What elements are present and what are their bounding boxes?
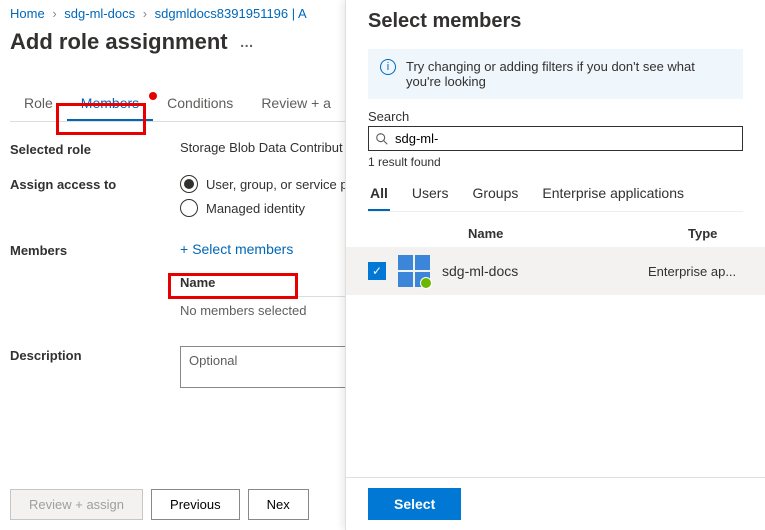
previous-button[interactable]: Previous xyxy=(151,489,240,520)
chevron-right-icon: › xyxy=(52,6,56,21)
checkbox-checked-icon[interactable]: ✓ xyxy=(368,262,386,280)
radio-user-group-label: User, group, or service p xyxy=(206,177,348,192)
selected-role-label: Selected role xyxy=(10,140,180,157)
panel-tabs: All Users Groups Enterprise applications xyxy=(368,177,743,212)
enterprise-app-icon xyxy=(398,255,430,287)
radio-managed-identity[interactable] xyxy=(180,199,198,217)
breadcrumb-item-1[interactable]: sdg-ml-docs xyxy=(64,6,135,21)
select-button[interactable]: Select xyxy=(368,488,461,520)
search-label: Search xyxy=(368,109,743,124)
radio-user-group[interactable] xyxy=(180,175,198,193)
chevron-right-icon: › xyxy=(143,6,147,21)
tab-conditions[interactable]: Conditions xyxy=(153,87,247,121)
result-row[interactable]: ✓ sdg-ml-docs Enterprise ap... xyxy=(346,247,765,295)
select-members-panel: Select members i Try changing or adding … xyxy=(345,0,765,530)
col-name: Name xyxy=(368,226,688,241)
info-icon: i xyxy=(380,59,396,75)
breadcrumb-item-2[interactable]: sdgmldocs8391951196 | A xyxy=(155,6,307,21)
search-icon xyxy=(375,132,389,146)
tab-role[interactable]: Role xyxy=(10,87,67,121)
radio-managed-identity-label: Managed identity xyxy=(206,201,305,216)
panel-tab-groups[interactable]: Groups xyxy=(470,177,520,211)
result-name: sdg-ml-docs xyxy=(442,263,636,279)
more-icon[interactable]: … xyxy=(240,34,254,50)
select-members-link[interactable]: +Select members xyxy=(180,241,293,257)
search-input[interactable] xyxy=(395,131,736,146)
info-text: Try changing or adding filters if you do… xyxy=(406,59,731,89)
panel-title: Select members xyxy=(346,0,765,43)
col-type: Type xyxy=(688,226,717,241)
result-header: Name Type xyxy=(346,212,765,247)
description-label: Description xyxy=(10,346,180,388)
page-title-text: Add role assignment xyxy=(10,29,228,55)
panel-tab-enterprise[interactable]: Enterprise applications xyxy=(540,177,686,211)
breadcrumb-home[interactable]: Home xyxy=(10,6,45,21)
tab-review[interactable]: Review + a xyxy=(247,87,345,121)
plus-icon: + xyxy=(180,241,188,257)
panel-tab-all[interactable]: All xyxy=(368,177,390,211)
panel-footer: Select xyxy=(346,477,765,530)
next-button[interactable]: Nex xyxy=(248,489,309,520)
panel-tab-users[interactable]: Users xyxy=(410,177,451,211)
select-members-link-text: Select members xyxy=(192,241,293,257)
members-label: Members xyxy=(10,241,180,318)
review-assign-button[interactable]: Review + assign xyxy=(10,489,143,520)
result-type: Enterprise ap... xyxy=(648,264,743,279)
search-box[interactable] xyxy=(368,126,743,151)
footer-buttons: Review + assign Previous Nex xyxy=(10,489,309,520)
info-banner: i Try changing or adding filters if you … xyxy=(368,49,743,99)
result-count: 1 result found xyxy=(368,155,743,169)
tab-members[interactable]: Members xyxy=(67,87,153,121)
assign-access-label: Assign access to xyxy=(10,175,180,223)
